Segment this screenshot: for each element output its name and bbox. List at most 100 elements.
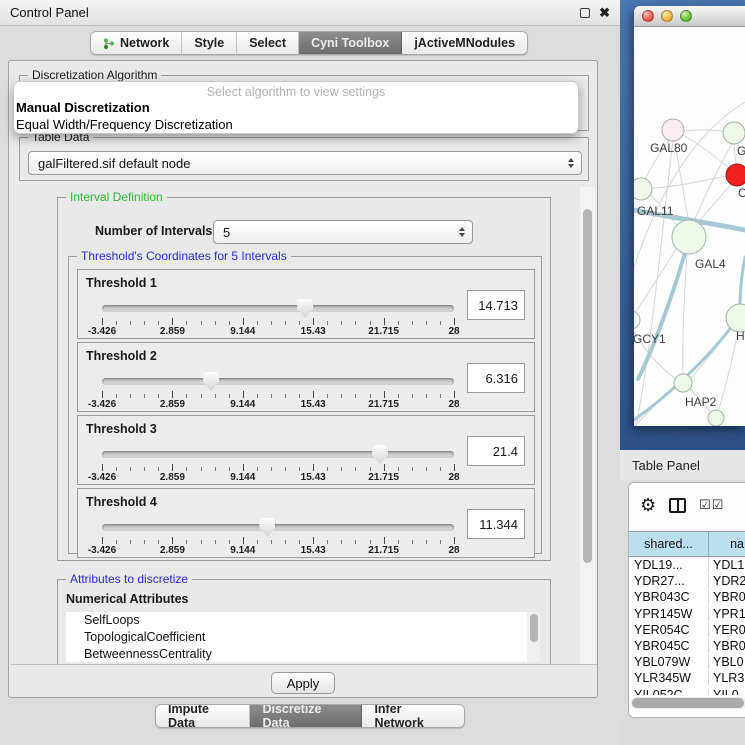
slider-track[interactable]	[102, 451, 454, 458]
slider-track[interactable]	[102, 305, 454, 312]
table-data-combobox[interactable]: galFiltered.sif default node	[28, 151, 582, 175]
threshold-1-slider[interactable]: -3.4262.8599.14415.4321.71528	[102, 298, 454, 336]
cyni-toolbox-panel: Discretization Algorithm Select algorith…	[8, 60, 598, 698]
tab-infer-network[interactable]: Infer Network	[362, 705, 464, 727]
mac-close-button[interactable]	[642, 10, 654, 22]
threshold-3-slider[interactable]: -3.4262.8599.14415.4321.71528	[102, 444, 454, 482]
list-scrollbar[interactable]	[527, 612, 540, 662]
network-view-window[interactable]: GAL80 G C GAL11 GAL4 GCY1 H HAP2	[634, 6, 745, 426]
node-bottom[interactable]	[708, 410, 724, 426]
node-label-gal80: GAL80	[650, 141, 688, 155]
table-header: shared... na	[629, 531, 745, 557]
threshold-3-value-field[interactable]: 21.4	[467, 436, 525, 466]
scrollbar-thumb[interactable]	[583, 209, 592, 563]
table-row[interactable]: YBR043CYBR0	[629, 589, 745, 605]
network-canvas[interactable]: GAL80 G C GAL11 GAL4 GCY1 H HAP2	[634, 27, 745, 426]
table-cell: YDL1	[709, 558, 744, 572]
tab-label: Select	[249, 36, 286, 50]
list-item[interactable]: BetweennessCentrality	[66, 646, 540, 662]
node-top-right[interactable]	[723, 122, 745, 144]
threshold-label: Threshold 1	[86, 276, 157, 290]
combo-value: 5	[223, 225, 230, 240]
threshold-label: Threshold 3	[86, 422, 157, 436]
popup-item-equal-width-frequency[interactable]: Equal Width/Frequency Discretization	[14, 116, 578, 133]
table-row[interactable]: YIL052CYIL0	[629, 687, 745, 696]
slider-scale-labels: -3.4262.8599.14415.4321.71528	[102, 472, 454, 484]
slider-thumb[interactable]	[203, 372, 219, 391]
slider-track[interactable]	[102, 524, 454, 531]
scale-tick-label: 9.144	[230, 472, 255, 483]
scrollbar-thumb[interactable]	[632, 698, 744, 708]
slider-track[interactable]	[102, 378, 454, 385]
node-gal80[interactable]	[662, 119, 684, 141]
table-cell: YIL0	[709, 688, 739, 695]
list-item[interactable]: SelfLoops	[66, 612, 540, 629]
bottom-tab-bar: Impute Data Discretize Data Infer Networ…	[155, 704, 465, 728]
column-header-shared-name[interactable]: shared...	[629, 532, 709, 556]
table-cell: YPR145W	[629, 607, 709, 621]
float-window-icon[interactable]	[580, 8, 590, 18]
table-row[interactable]: YLR345WYLR3	[629, 670, 745, 686]
gear-icon[interactable]: ⚙	[640, 496, 656, 514]
slider-thumb[interactable]	[297, 299, 313, 318]
table-cell: YBL079W	[629, 655, 709, 669]
threshold-1-value-field[interactable]: 14.713	[467, 290, 525, 320]
table-cell: YBR0	[709, 590, 745, 604]
table-row[interactable]: YER054CYER0	[629, 622, 745, 638]
close-icon[interactable]: ✖	[599, 8, 610, 18]
tab-label: Impute Data	[168, 704, 237, 728]
table-row[interactable]: YBL079WYBL0	[629, 654, 745, 670]
node-hap2[interactable]	[674, 374, 692, 392]
number-of-intervals-combobox[interactable]: 5	[213, 220, 473, 244]
select-columns-icon[interactable]: ☑☑	[699, 497, 724, 513]
combo-value: galFiltered.sif default node	[38, 156, 190, 171]
slider-thumb[interactable]	[259, 518, 275, 537]
mac-zoom-button[interactable]	[680, 10, 692, 22]
slider-ticks	[102, 391, 454, 399]
scale-tick-label: 28	[448, 399, 459, 410]
tab-style[interactable]: Style	[182, 32, 237, 54]
screen: Control Panel ✖ Network Style Select Cyn…	[0, 0, 745, 745]
node-label-c-partial: C	[738, 186, 745, 200]
numerical-attributes-list[interactable]: SelfLoopsTopologicalCoefficientBetweenne…	[66, 612, 540, 662]
tab-jactivemnodules[interactable]: jActiveMNodules	[402, 32, 527, 54]
tab-cyni-toolbox[interactable]: Cyni Toolbox	[299, 32, 402, 54]
tab-select[interactable]: Select	[237, 32, 299, 54]
node-label-gal11: GAL11	[637, 204, 674, 218]
edge	[684, 130, 726, 132]
node-gcy1[interactable]	[634, 311, 640, 329]
threshold-4-box: Threshold 4 -3.4262.8599.14415.4321.7152…	[77, 488, 535, 558]
threshold-4-slider[interactable]: -3.4262.8599.14415.4321.71528	[102, 517, 454, 555]
table-row[interactable]: YDL19...YDL1	[629, 557, 745, 573]
node-red-selected[interactable]	[726, 164, 745, 186]
column-header-name[interactable]: na	[709, 532, 745, 556]
tab-network[interactable]: Network	[91, 32, 182, 54]
table-panel: ⚙ ☑☑ shared... na YDL19...YDL1YDR27...YD…	[628, 482, 745, 718]
settings-scrollbar[interactable]	[580, 187, 595, 665]
tab-label: Infer Network	[374, 704, 452, 728]
table-row[interactable]: YBR045CYBR0	[629, 638, 745, 654]
node-gal11[interactable]	[634, 178, 652, 200]
node-gal4[interactable]	[672, 220, 706, 254]
table-horizontal-scrollbar[interactable]	[631, 697, 745, 709]
scrollbar-thumb[interactable]	[530, 614, 538, 642]
scale-tick-label: 2.859	[160, 545, 185, 556]
list-item[interactable]: TopologicalCoefficient	[66, 629, 540, 646]
table-row[interactable]: YPR145WYPR1	[629, 606, 745, 622]
popup-item-manual-discretization[interactable]: Manual Discretization	[14, 99, 578, 116]
slider-thumb[interactable]	[372, 445, 388, 464]
thresholds-group: Threshold's Coordinates for 5 Intervals …	[68, 256, 542, 554]
attributes-group: Attributes to discretize Numerical Attri…	[57, 579, 551, 665]
threshold-2-slider[interactable]: -3.4262.8599.14415.4321.71528	[102, 371, 454, 409]
split-pane-icon[interactable]	[669, 498, 686, 513]
tab-impute-data[interactable]: Impute Data	[156, 705, 250, 727]
threshold-2-value-field[interactable]: 6.316	[467, 363, 525, 393]
network-window-titlebar[interactable]	[634, 6, 745, 27]
tab-discretize-data[interactable]: Discretize Data	[250, 705, 362, 727]
mac-minimize-button[interactable]	[661, 10, 673, 22]
threshold-label: Threshold 4	[86, 495, 157, 509]
table-row[interactable]: YDR27...YDR2	[629, 573, 745, 589]
threshold-4-value-field[interactable]: 11.344	[467, 509, 525, 539]
apply-button[interactable]: Apply	[271, 672, 335, 694]
table-cell: YDR2	[709, 574, 745, 588]
